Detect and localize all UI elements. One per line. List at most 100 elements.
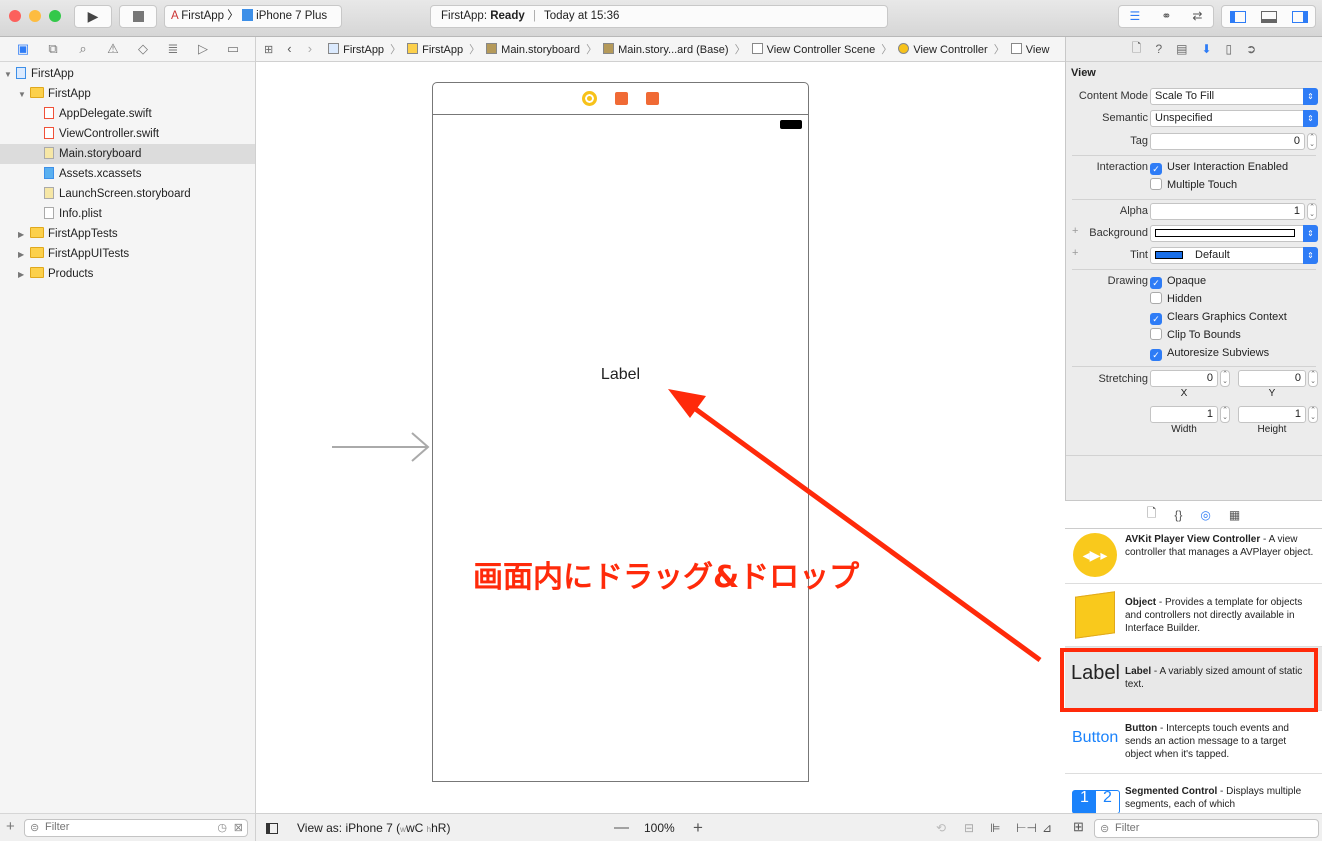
zoom-window-button[interactable] xyxy=(49,10,61,22)
library-filter-input[interactable] xyxy=(1115,822,1305,834)
navigator-item[interactable]: ▶ FirstAppUITests xyxy=(0,244,255,264)
disclosure-triangle-icon[interactable]: ▼ xyxy=(4,65,16,85)
find-navigator-icon[interactable]: ⌕ xyxy=(68,41,98,57)
navigator-item[interactable]: Main.storyboard xyxy=(0,144,255,164)
navigator-item[interactable]: Info.plist xyxy=(0,204,255,224)
navigator-item[interactable]: ViewController.swift xyxy=(0,124,255,144)
disclosure-triangle-icon[interactable]: ▶ xyxy=(18,265,30,285)
tag-field[interactable]: 0 xyxy=(1150,133,1305,150)
breadcrumb-item[interactable]: View xyxy=(1010,43,1053,56)
stretching-x-field[interactable]: 0 xyxy=(1150,370,1218,387)
tag-stepper[interactable]: ⌃ ⌄ xyxy=(1307,133,1317,150)
navigator-item[interactable]: ▼ FirstApp xyxy=(0,84,255,104)
hidden-checkbox[interactable]: Hidden xyxy=(1150,292,1202,306)
scheme-selector[interactable]: A FirstApp 〉 iPhone 7 Plus xyxy=(164,5,342,28)
test-navigator-icon[interactable]: ◇ xyxy=(128,41,158,57)
add-variation-icon[interactable]: + xyxy=(1072,225,1078,237)
navigator-item[interactable]: ▶ FirstAppTests xyxy=(0,224,255,244)
project-navigator-icon[interactable]: ▣ xyxy=(8,41,38,57)
stretching-width-field[interactable]: 1 xyxy=(1150,406,1218,423)
view-controller-icon[interactable] xyxy=(582,91,597,106)
library-item-object[interactable]: Object - Provides a template for objects… xyxy=(1065,584,1322,647)
add-icon[interactable]: + xyxy=(6,818,15,835)
recent-files-icon[interactable]: ◷ xyxy=(217,821,227,834)
zoom-out-button[interactable]: — xyxy=(614,814,629,842)
object-library-icon[interactable]: ◎ xyxy=(1200,508,1210,522)
symbol-navigator-icon[interactable]: ⧉ xyxy=(38,41,68,57)
disclosure-triangle-icon[interactable]: ▼ xyxy=(18,85,30,105)
embed-in-stack-icon[interactable]: ⊟ xyxy=(964,814,974,842)
version-editor-icon[interactable]: ⇄ xyxy=(1192,6,1202,27)
semantic-popup[interactable]: Unspecified ⇕ xyxy=(1150,110,1318,127)
scm-filter-icon[interactable]: ⊠ xyxy=(234,821,243,834)
canvas-label[interactable]: Label xyxy=(433,366,808,384)
navigator-filter-input[interactable] xyxy=(45,821,205,833)
identity-inspector-icon[interactable]: ▤ xyxy=(1176,42,1187,56)
navigator-item[interactable]: LaunchScreen.storyboard xyxy=(0,184,255,204)
clip-to-bounds-checkbox[interactable]: Clip To Bounds xyxy=(1150,328,1241,342)
background-popup[interactable]: ⇕ xyxy=(1150,225,1318,242)
debug-navigator-icon[interactable]: ≣ xyxy=(158,41,188,57)
close-window-button[interactable] xyxy=(9,10,21,22)
first-responder-icon[interactable] xyxy=(615,92,628,105)
breakpoint-navigator-icon[interactable]: ▷ xyxy=(188,41,218,57)
run-button[interactable]: ▶ xyxy=(74,5,112,28)
back-button[interactable]: ‹ xyxy=(287,41,291,56)
opaque-checkbox[interactable]: ✓ Opaque xyxy=(1150,274,1206,289)
debug-toggle-icon[interactable] xyxy=(1260,10,1277,23)
connections-inspector-icon[interactable]: ➲ xyxy=(1246,42,1256,56)
code-snippet-library-icon[interactable]: {} xyxy=(1174,508,1182,522)
library-filter-field[interactable]: ⊜ xyxy=(1094,819,1319,838)
y-stepper[interactable]: ⌃ ⌄ xyxy=(1308,370,1318,387)
breadcrumb-item[interactable]: Main.storyboard 〉 xyxy=(486,43,600,56)
disclosure-triangle-icon[interactable]: ▶ xyxy=(18,245,30,265)
alpha-field[interactable]: 1 xyxy=(1150,203,1305,220)
size-inspector-icon[interactable]: ▯ xyxy=(1226,42,1233,56)
view-as-button[interactable]: View as: iPhone 7 (wwC hhR) xyxy=(297,814,450,844)
user-interaction-checkbox[interactable]: ✓ User Interaction Enabled xyxy=(1150,160,1288,175)
inspector-toggle-icon[interactable] xyxy=(1291,10,1308,23)
navigator-item[interactable]: ▼ FirstApp xyxy=(0,64,255,84)
align-icon[interactable]: ⊫ xyxy=(990,814,1000,842)
help-inspector-icon[interactable]: ? xyxy=(1155,42,1162,56)
breadcrumb-item[interactable]: FirstApp 〉 xyxy=(328,43,404,56)
library-item-segmented-control[interactable]: 12 Segmented Control - Displays multiple… xyxy=(1065,774,1322,814)
breadcrumb-item[interactable]: View Controller 〉 xyxy=(898,43,1007,56)
width-stepper[interactable]: ⌃ ⌄ xyxy=(1220,406,1230,423)
height-stepper[interactable]: ⌃ ⌄ xyxy=(1308,406,1318,423)
file-inspector-icon[interactable]: 🗋 xyxy=(1132,39,1142,60)
forward-button[interactable]: › xyxy=(308,41,312,56)
zoom-in-button[interactable]: + xyxy=(693,814,703,842)
library-item-avkit[interactable]: ◂▶▸ AVKit Player View Controller - A vie… xyxy=(1065,529,1322,584)
clears-graphics-context-checkbox[interactable]: ✓ Clears Graphics Context xyxy=(1150,310,1287,325)
tint-popup[interactable]: Default ⇕ xyxy=(1150,247,1318,264)
media-library-icon[interactable]: ▦ xyxy=(1229,508,1240,522)
navigator-item[interactable]: ▶ Products xyxy=(0,264,255,284)
assistant-editor-icon[interactable]: ⚭ xyxy=(1161,6,1171,27)
autoresize-subviews-checkbox[interactable]: ✓ Autoresize Subviews xyxy=(1150,346,1269,361)
navigator-item[interactable]: AppDelegate.swift xyxy=(0,104,255,124)
stretching-height-field[interactable]: 1 xyxy=(1238,406,1306,423)
resolve-auto-layout-icon[interactable]: ⊿ xyxy=(1042,814,1052,842)
breadcrumb-item[interactable]: View Controller Scene 〉 xyxy=(751,43,896,56)
attributes-inspector-icon[interactable]: ⬇ xyxy=(1201,42,1211,56)
file-template-library-icon[interactable]: 🗋 xyxy=(1147,504,1157,525)
grid-view-icon[interactable]: ⊞ xyxy=(1073,819,1084,835)
report-navigator-icon[interactable]: ▭ xyxy=(218,41,248,57)
breadcrumb-item[interactable]: FirstApp 〉 xyxy=(407,43,483,56)
breadcrumb-item[interactable]: Main.story...ard (Base) 〉 xyxy=(603,43,749,56)
standard-editor-icon[interactable]: ☰ xyxy=(1130,6,1141,27)
disclosure-triangle-icon[interactable]: ▶ xyxy=(18,225,30,245)
navigator-toggle-icon[interactable] xyxy=(1229,10,1246,23)
x-stepper[interactable]: ⌃ ⌄ xyxy=(1220,370,1230,387)
stop-button[interactable] xyxy=(119,5,157,28)
issue-navigator-icon[interactable]: ⚠ xyxy=(98,41,128,57)
add-variation-icon[interactable]: + xyxy=(1072,247,1078,259)
content-mode-popup[interactable]: Scale To Fill ⇕ xyxy=(1150,88,1318,105)
exit-icon[interactable] xyxy=(646,92,659,105)
navigator-filter-field[interactable]: ⊜ ◷ ⊠ xyxy=(24,819,248,837)
navigator-item[interactable]: Assets.xcassets xyxy=(0,164,255,184)
entry-point-arrow[interactable] xyxy=(330,430,434,464)
view-controller-scene[interactable]: Label xyxy=(432,82,809,782)
stretching-y-field[interactable]: 0 xyxy=(1238,370,1306,387)
